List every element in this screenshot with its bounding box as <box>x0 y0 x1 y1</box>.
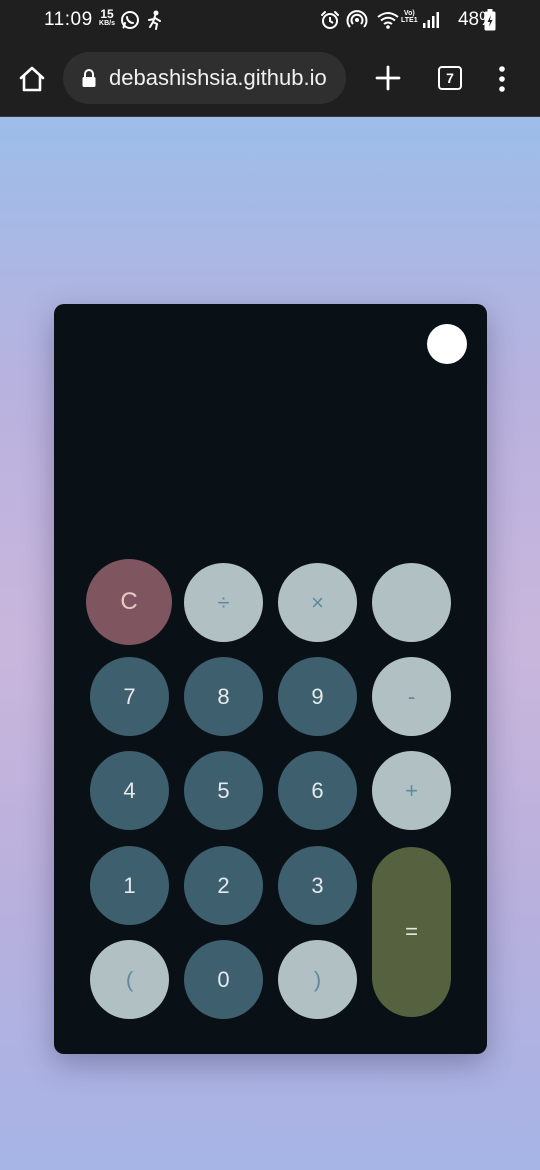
browser-menu-button[interactable] <box>492 64 512 94</box>
digit-8-button[interactable]: 8 <box>184 657 263 736</box>
multiply-button[interactable]: × <box>278 563 357 642</box>
digit-2-button[interactable]: 2 <box>184 846 263 925</box>
minus-button[interactable]: - <box>372 657 451 736</box>
digit-1-button[interactable]: 1 <box>90 846 169 925</box>
alarm-icon <box>320 10 340 35</box>
whatsapp-icon <box>120 10 140 35</box>
digit-0-button[interactable]: 0 <box>184 940 263 1019</box>
new-tab-button[interactable] <box>374 64 402 92</box>
plus-icon <box>375 65 401 91</box>
network-speed: 15 KB/s <box>98 8 116 27</box>
wifi-icon <box>376 10 400 35</box>
network-speed-value: 15 <box>100 7 114 21</box>
status-time: 11:09 <box>44 9 93 30</box>
plus-button[interactable]: + <box>372 751 451 830</box>
lte-label: LTE1 <box>401 17 418 24</box>
digit-9-button[interactable]: 9 <box>278 657 357 736</box>
digit-3-button[interactable]: 3 <box>278 846 357 925</box>
kebab-menu-icon <box>499 66 505 92</box>
home-button[interactable] <box>17 64 47 94</box>
volte-label: Vo) <box>403 10 415 17</box>
divide-button[interactable]: ÷ <box>184 563 263 642</box>
calculator: C ÷ × 7 8 9 - 4 5 6 + 1 2 3 = ( 0 ) <box>54 304 487 1054</box>
digit-7-button[interactable]: 7 <box>90 657 169 736</box>
digit-5-button[interactable]: 5 <box>184 751 263 830</box>
digit-4-button[interactable]: 4 <box>90 751 169 830</box>
volte-indicator: Vo) LTE1 <box>401 10 418 24</box>
home-icon <box>19 66 45 92</box>
running-person-icon <box>146 10 164 35</box>
network-speed-unit: KB/s <box>99 20 115 27</box>
lock-icon[interactable] <box>81 68 97 93</box>
hotspot-icon <box>346 10 368 35</box>
address-bar[interactable]: debashishsia.github.io <box>63 52 346 104</box>
open-paren-button[interactable]: ( <box>90 940 169 1019</box>
equals-button[interactable]: = <box>372 847 451 1017</box>
tab-switcher-button[interactable]: 7 <box>438 66 462 90</box>
theme-toggle-button[interactable] <box>427 324 467 364</box>
digit-6-button[interactable]: 6 <box>278 751 357 830</box>
clear-button[interactable]: C <box>86 559 172 645</box>
signal-icon <box>422 11 440 34</box>
close-paren-button[interactable]: ) <box>278 940 357 1019</box>
browser-toolbar: debashishsia.github.io 7 <box>0 40 540 117</box>
calculator-display <box>84 394 457 514</box>
url-text[interactable]: debashishsia.github.io <box>109 65 327 91</box>
status-bar: 11:09 15 KB/s Vo) LTE1 48% <box>0 0 540 40</box>
blank-operator-button[interactable] <box>372 563 451 642</box>
battery-charging-icon <box>484 9 496 36</box>
web-page: C ÷ × 7 8 9 - 4 5 6 + 1 2 3 = ( 0 ) <box>0 117 540 1170</box>
